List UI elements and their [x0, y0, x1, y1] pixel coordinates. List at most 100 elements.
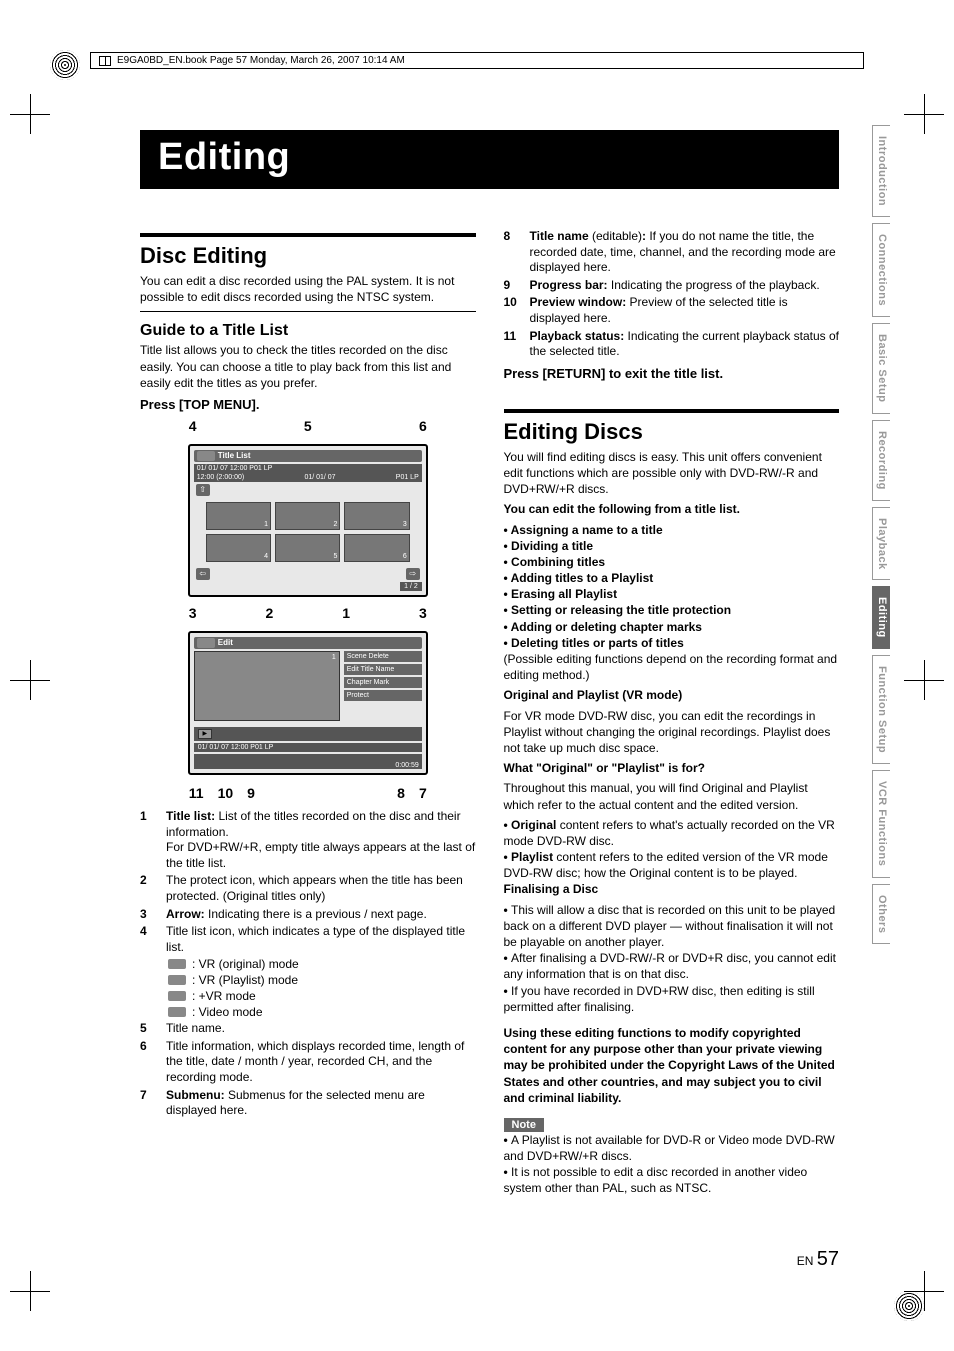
tab-others[interactable]: Others: [872, 884, 890, 944]
mode-icon: [168, 959, 186, 969]
submenu-item: Protect: [344, 690, 422, 701]
callout-8: 8: [397, 785, 405, 801]
list-item: Combining titles: [504, 554, 840, 570]
figure1-bottom-callouts: 3 2 1 3: [183, 605, 433, 623]
editing-discs-heading: Editing Discs: [504, 419, 840, 445]
list-item: Dividing a title: [504, 538, 840, 554]
fig-title: Edit: [218, 638, 233, 647]
original-playlist-list: Original content refers to what's actual…: [504, 817, 840, 882]
thumb: 6: [344, 534, 409, 562]
header-text: E9GA0BD_EN.book Page 57 Monday, March 26…: [117, 55, 405, 66]
list-item: It is not possible to edit a disc record…: [504, 1164, 840, 1196]
list-item: After finalising a DVD-RW/-R or DVD+R di…: [504, 950, 840, 982]
callout-11: 11: [189, 785, 204, 801]
section-tabs: Introduction Connections Basic Setup Record…: [872, 125, 890, 944]
mode-item: : +VR mode: [168, 989, 476, 1003]
return-instruction: Press [RETURN] to exit the title list.: [504, 366, 840, 381]
mode-item: : VR (original) mode: [168, 957, 476, 971]
thumb-number: 1: [332, 654, 336, 661]
left-column: Disc Editing You can edit a disc recorde…: [140, 229, 476, 1197]
page-counter: 1 / 2: [400, 582, 422, 591]
definition-item: 4Title list icon, which indicates a type…: [140, 924, 476, 955]
fig-chmode: P01 LP: [396, 474, 419, 481]
tab-basic-setup[interactable]: Basic Setup: [872, 323, 890, 413]
tab-playback[interactable]: Playback: [872, 507, 890, 581]
guide-text: Title list allows you to check the title…: [140, 342, 476, 391]
list-item: Assigning a name to a title: [504, 522, 840, 538]
crop-mark-icon: [904, 1271, 944, 1311]
play-icon: ▶: [198, 729, 212, 739]
figure1-top-callouts: 4 5 6: [183, 418, 433, 436]
tab-function-setup[interactable]: Function Setup: [872, 655, 890, 764]
callout-1: 1: [342, 605, 350, 621]
callout-10: 10: [218, 785, 234, 801]
copyright-warning: Using these editing functions to modify …: [504, 1025, 840, 1106]
list-item: Deleting titles or parts of titles: [504, 635, 840, 651]
definition-item: 7Submenu: Submenus for the selected menu…: [140, 1088, 476, 1119]
fig-title: Title List: [218, 451, 251, 460]
submenu-item: Chapter Mark: [344, 677, 422, 688]
callout-2: 2: [265, 605, 273, 621]
elapsed-time: 0:00:59: [194, 762, 422, 769]
thumb: 3: [344, 502, 409, 530]
mode-icon: [197, 638, 215, 648]
up-arrow-icon: ⇧: [196, 484, 210, 496]
tab-recording[interactable]: Recording: [872, 420, 890, 501]
mode-icon: [168, 1007, 186, 1017]
fig-info-row: 01/ 01/ 07 12:00 P01 LP: [197, 465, 273, 472]
page-title-block: Editing: [140, 130, 839, 189]
mode-item: : VR (Playlist) mode: [168, 973, 476, 987]
book-icon: [99, 56, 111, 66]
crop-mark-icon: [904, 94, 944, 134]
thumb: 1: [206, 502, 271, 530]
crop-mark-icon: [10, 1271, 50, 1311]
progress-bar: [194, 754, 422, 762]
editing-discs-intro: You will find editing discs is easy. Thi…: [504, 449, 840, 498]
top-menu-instruction: Press [TOP MENU].: [140, 397, 476, 412]
finalising-list: This will allow a disc that is recorded …: [504, 902, 840, 1015]
submenu-item: Edit Title Name: [344, 664, 422, 675]
crop-mark-icon: [10, 94, 50, 134]
definition-list-3: 8Title name (editable): If you do not na…: [504, 229, 840, 360]
thumb: 2: [275, 502, 340, 530]
finalising-heading: Finalising a Disc: [504, 881, 840, 897]
right-column: 8Title name (editable): If you do not na…: [504, 229, 840, 1197]
tab-vcr-functions[interactable]: VCR Functions: [872, 770, 890, 877]
page-number: 57: [817, 1248, 839, 1270]
fig-date: 01/ 01/ 07: [304, 474, 335, 481]
page-footer: EN 57: [797, 1248, 839, 1271]
definition-item: 2The protect icon, which appears when th…: [140, 873, 476, 904]
list-item: Adding titles to a Playlist: [504, 570, 840, 586]
original-playlist-heading: Original and Playlist (VR mode): [504, 687, 840, 703]
definition-item: 11Playback status: Indicating the curren…: [504, 329, 840, 360]
tab-editing[interactable]: Editing: [872, 586, 890, 649]
mode-icon: [197, 451, 215, 461]
can-edit-line: You can edit the following from a title …: [504, 501, 840, 517]
print-ring-icon: [50, 50, 80, 80]
definition-item: 1Title list: List of the titles recorded…: [140, 809, 476, 871]
what-is-text: Throughout this manual, you will find Or…: [504, 780, 840, 812]
title-info: 01/ 01/ 07 12:00 P01 LP: [194, 743, 422, 752]
rule: [140, 233, 476, 237]
notes-list: A Playlist is not available for DVD-R or…: [504, 1132, 840, 1197]
list-item: If you have recorded in DVD+RW disc, the…: [504, 983, 840, 1015]
page-title: Editing: [158, 136, 821, 179]
list-item: Adding or deleting chapter marks: [504, 619, 840, 635]
tab-connections[interactable]: Connections: [872, 223, 890, 317]
note-label: Note: [504, 1118, 544, 1132]
crop-mark-icon: [904, 660, 944, 700]
mode-item: : Video mode: [168, 1005, 476, 1019]
print-header: E9GA0BD_EN.book Page 57 Monday, March 26…: [90, 52, 864, 69]
list-item: Setting or releasing the title protectio…: [504, 602, 840, 618]
edit-figure: Edit 1 Scene DeleteEdit Title NameChapte…: [188, 631, 428, 775]
fig-duration: 12:00 (2:00:00): [197, 474, 244, 481]
rule: [504, 409, 840, 413]
edit-features-list: Assigning a name to a titleDividing a ti…: [504, 522, 840, 652]
original-playlist-text: For VR mode DVD-RW disc, you can edit th…: [504, 708, 840, 757]
callout-7: 7: [419, 785, 427, 801]
left-arrow-icon: ⇦: [196, 568, 210, 580]
tab-introduction[interactable]: Introduction: [872, 125, 890, 217]
mode-icon: [168, 991, 186, 1001]
disc-editing-intro: You can edit a disc recorded using the P…: [140, 273, 476, 305]
definition-item: 6Title information, which displays recor…: [140, 1039, 476, 1086]
